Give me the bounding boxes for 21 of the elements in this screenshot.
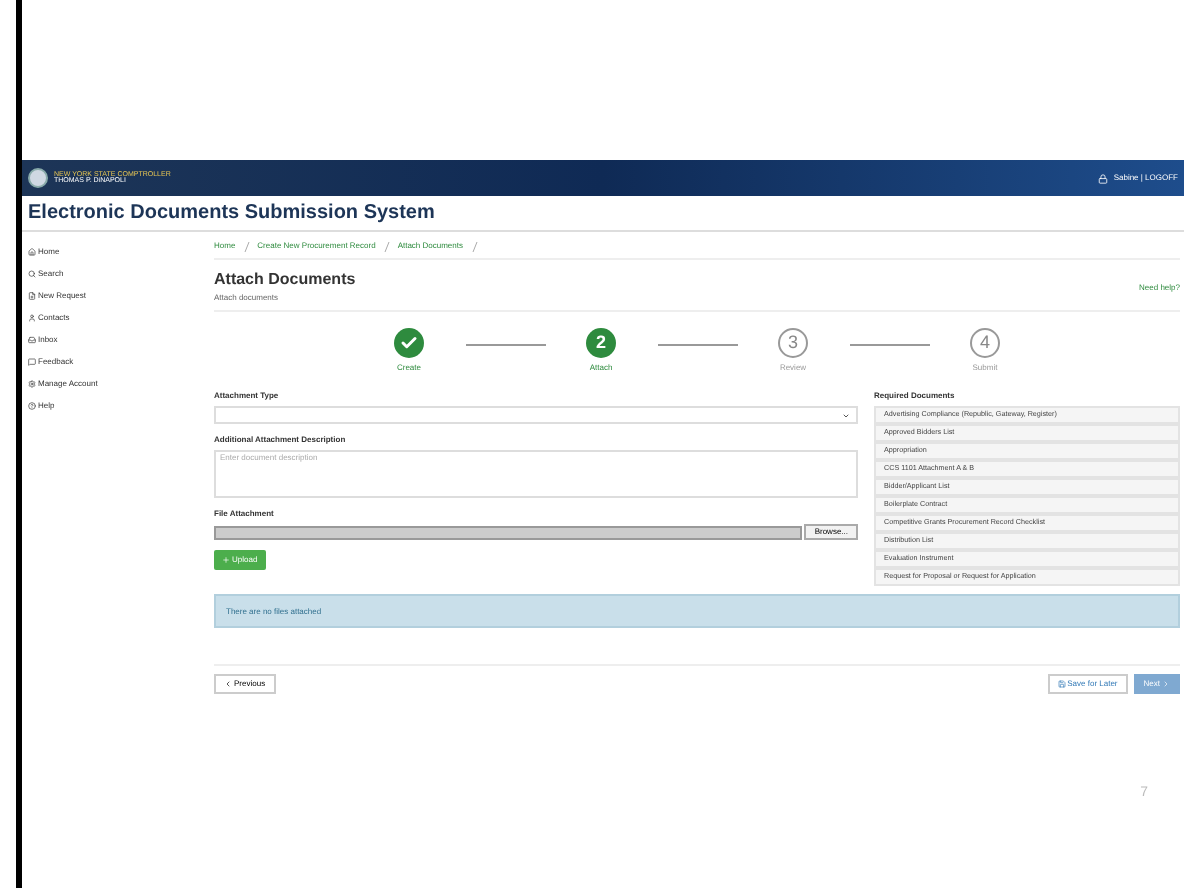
app-title: Electronic Documents Submission System: [22, 196, 1184, 232]
page-title: Attach Documents: [214, 268, 356, 292]
lock-icon: [1097, 173, 1108, 183]
plus-icon: [222, 556, 230, 564]
separator-icon: [471, 241, 477, 251]
save-icon: [1057, 680, 1066, 688]
step-number: 2: [586, 328, 616, 358]
separator-icon: [243, 241, 250, 251]
person-icon: [28, 314, 36, 322]
settings-icon: [28, 380, 36, 388]
inbox-icon: [28, 336, 36, 344]
file-input-field[interactable]: [214, 525, 803, 539]
document-icon: [28, 292, 36, 300]
step-number: 4: [970, 328, 1000, 358]
step-number: 3: [778, 328, 808, 358]
search-icon: [28, 270, 36, 278]
help-icon: [28, 402, 36, 410]
home-icon: [28, 248, 36, 256]
seal-icon: [28, 168, 48, 188]
separator-icon: [383, 241, 390, 251]
chat-icon: [28, 358, 36, 366]
